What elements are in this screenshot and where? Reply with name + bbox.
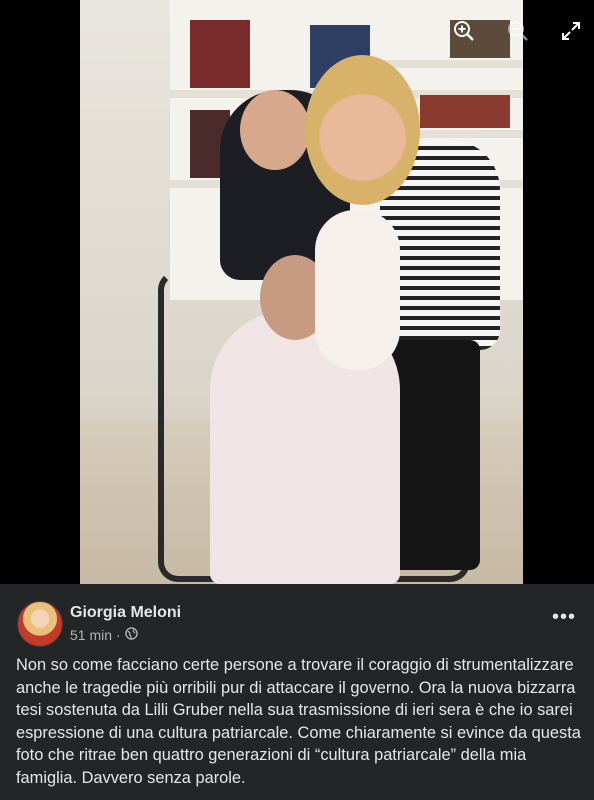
meta-separator: ·	[116, 627, 121, 643]
photo-person-2-legs	[390, 340, 480, 570]
more-options-button[interactable]: •••	[552, 607, 576, 627]
post-photo[interactable]	[80, 0, 523, 584]
photo-viewer	[0, 0, 594, 584]
zoom-out-icon[interactable]	[507, 20, 529, 42]
photo-baby	[315, 210, 400, 370]
photo-person-1-head	[240, 90, 310, 170]
post-author[interactable]: Giorgia Meloni	[70, 604, 181, 622]
globe-icon	[124, 627, 138, 643]
avatar[interactable]	[17, 601, 63, 647]
fullscreen-icon[interactable]	[560, 20, 582, 42]
zoom-in-icon[interactable]	[453, 20, 475, 42]
post-text: Non so come facciano certe persone a tro…	[16, 656, 581, 787]
post-meta: 51 min ·	[70, 627, 138, 643]
photo-person-2-head	[305, 55, 420, 205]
post-time[interactable]: 51 min	[70, 627, 112, 643]
post-card: Giorgia Meloni 51 min · ••• Non so come …	[0, 584, 594, 800]
